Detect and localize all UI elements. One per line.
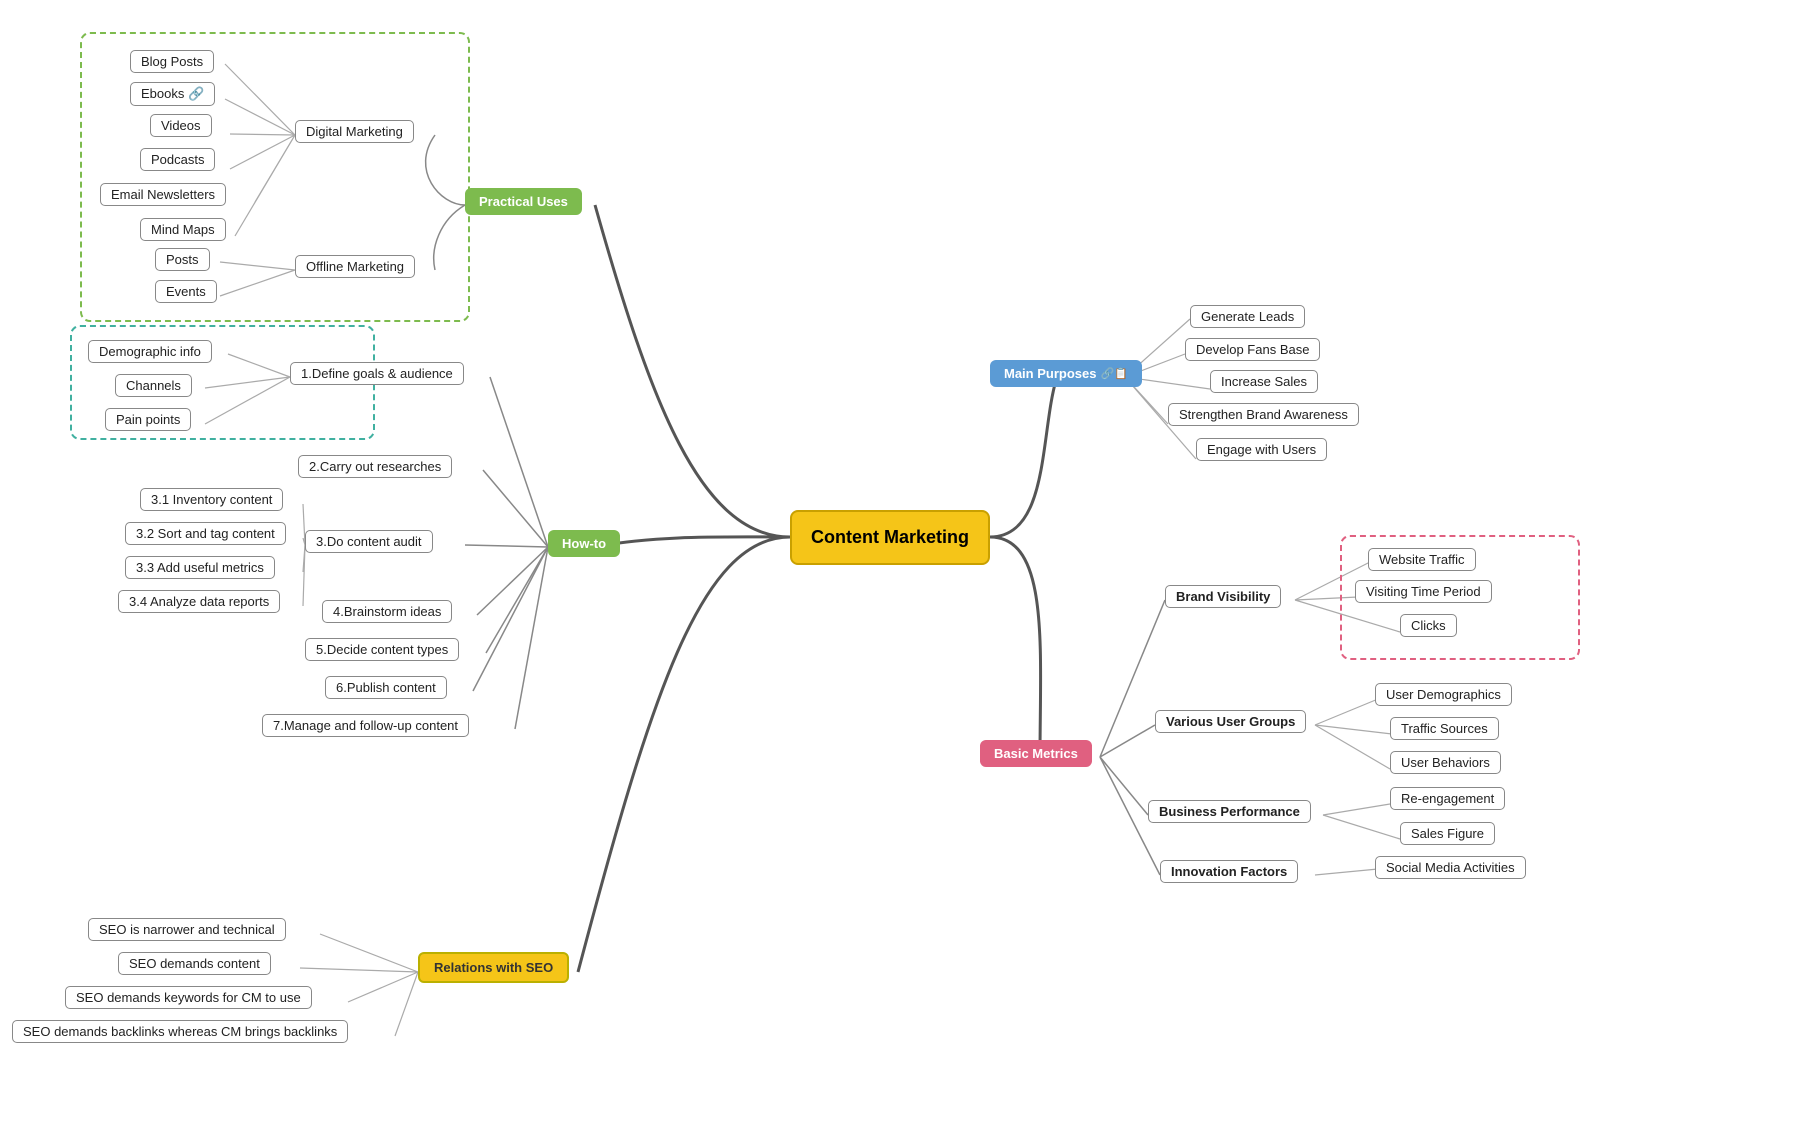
blog-posts-node[interactable]: Blog Posts: [130, 50, 214, 73]
posts-node[interactable]: Posts: [155, 248, 210, 271]
various-user-groups-node[interactable]: Various User Groups: [1155, 710, 1306, 733]
podcasts-node[interactable]: Podcasts: [140, 148, 215, 171]
user-demographics-node[interactable]: User Demographics: [1375, 683, 1512, 706]
publish-content-node[interactable]: 6.Publish content: [325, 676, 447, 699]
basic-metrics-node[interactable]: Basic Metrics: [980, 740, 1092, 767]
channels-node[interactable]: Channels: [115, 374, 192, 397]
seo-keywords-node[interactable]: SEO demands keywords for CM to use: [65, 986, 312, 1009]
digital-marketing-node[interactable]: Digital Marketing: [295, 120, 414, 143]
define-goals-node[interactable]: 1.Define goals & audience: [290, 362, 464, 385]
pain-points-node[interactable]: Pain points: [105, 408, 191, 431]
practical-uses-group: [80, 32, 470, 322]
inv-content-node[interactable]: 3.1 Inventory content: [140, 488, 283, 511]
sales-figure-node[interactable]: Sales Figure: [1400, 822, 1495, 845]
engage-users-node[interactable]: Engage with Users: [1196, 438, 1327, 461]
carry-researches-node[interactable]: 2.Carry out researches: [298, 455, 452, 478]
sort-tag-node[interactable]: 3.2 Sort and tag content: [125, 522, 286, 545]
business-performance-node[interactable]: Business Performance: [1148, 800, 1311, 823]
events-node[interactable]: Events: [155, 280, 217, 303]
videos-node[interactable]: Videos: [150, 114, 212, 137]
brainstorm-node[interactable]: 4.Brainstorm ideas: [322, 600, 452, 623]
email-newsletters-node[interactable]: Email Newsletters: [100, 183, 226, 206]
visiting-time-node[interactable]: Visiting Time Period: [1355, 580, 1492, 603]
website-traffic-node[interactable]: Website Traffic: [1368, 548, 1476, 571]
ebooks-node[interactable]: Ebooks 🔗: [130, 82, 215, 106]
mind-maps-node[interactable]: Mind Maps: [140, 218, 226, 241]
demographic-info-node[interactable]: Demographic info: [88, 340, 212, 363]
decide-content-node[interactable]: 5.Decide content types: [305, 638, 459, 661]
offline-marketing-node[interactable]: Offline Marketing: [295, 255, 415, 278]
relations-seo-node[interactable]: Relations with SEO: [418, 952, 569, 983]
seo-demands-node[interactable]: SEO demands content: [118, 952, 271, 975]
reengagement-node[interactable]: Re-engagement: [1390, 787, 1505, 810]
manage-content-node[interactable]: 7.Manage and follow-up content: [262, 714, 469, 737]
generate-leads-node[interactable]: Generate Leads: [1190, 305, 1305, 328]
seo-backlinks-node[interactable]: SEO demands backlinks whereas CM brings …: [12, 1020, 348, 1043]
strengthen-brand-node[interactable]: Strengthen Brand Awareness: [1168, 403, 1359, 426]
clicks-node[interactable]: Clicks: [1400, 614, 1457, 637]
seo-narrower-node[interactable]: SEO is narrower and technical: [88, 918, 286, 941]
analyze-data-node[interactable]: 3.4 Analyze data reports: [118, 590, 280, 613]
how-to-node[interactable]: How-to: [548, 530, 620, 557]
user-behaviors-node[interactable]: User Behaviors: [1390, 751, 1501, 774]
practical-uses-node[interactable]: Practical Uses: [465, 188, 582, 215]
mindmap-container: Content Marketing Practical Uses Digital…: [0, 0, 1807, 1142]
center-node[interactable]: Content Marketing: [790, 510, 990, 565]
develop-fans-node[interactable]: Develop Fans Base: [1185, 338, 1320, 361]
social-media-node[interactable]: Social Media Activities: [1375, 856, 1526, 879]
increase-sales-node[interactable]: Increase Sales: [1210, 370, 1318, 393]
traffic-sources-node[interactable]: Traffic Sources: [1390, 717, 1499, 740]
do-content-audit-node[interactable]: 3.Do content audit: [305, 530, 433, 553]
main-purposes-node[interactable]: Main Purposes 🔗📋: [990, 360, 1142, 387]
add-metrics-node[interactable]: 3.3 Add useful metrics: [125, 556, 275, 579]
brand-visibility-node[interactable]: Brand Visibility: [1165, 585, 1281, 608]
innovation-factors-node[interactable]: Innovation Factors: [1160, 860, 1298, 883]
